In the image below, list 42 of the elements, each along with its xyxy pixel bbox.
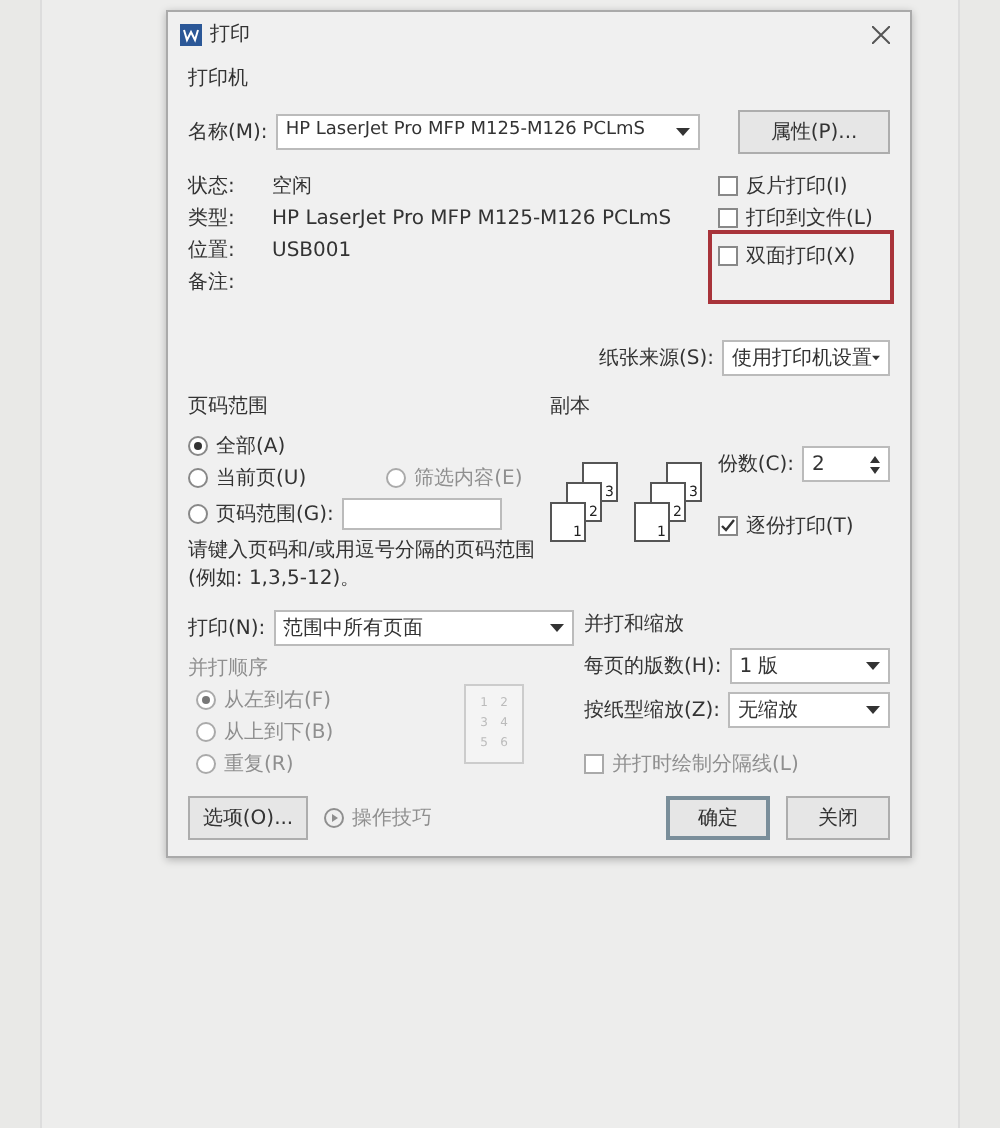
info-value: 空闲 (272, 173, 312, 201)
checkbox-label: 逐份打印(T) (745, 513, 854, 541)
pages-per-sheet-dropdown[interactable]: 1 版 (729, 648, 890, 684)
section-heading: 并打顺序 (188, 655, 270, 684)
checkbox-label: 并打时绘制分隔线(L) (612, 751, 799, 779)
info-value: USB001 (272, 237, 352, 265)
section-heading: 打印机 (188, 65, 250, 94)
field-label: 纸张来源(S): (598, 345, 714, 373)
checkbox-label: 反片打印(I) (746, 173, 848, 201)
properties-button[interactable]: 属性(P)... (738, 110, 890, 154)
ok-button[interactable]: 确定 (666, 796, 770, 840)
field-label: 按纸型缩放(Z): (584, 697, 721, 725)
radio-label: 从上到下(B) (224, 719, 334, 747)
checkbox-label: 双面打印(X) (746, 243, 856, 271)
section-heading: 副本 (549, 393, 592, 422)
section-heading: 并打和缩放 (584, 611, 686, 640)
radio-label: 重复(R) (224, 751, 294, 779)
field-label: 打印(N): (188, 615, 266, 643)
info-label: 类型: (188, 205, 237, 233)
copies-spin-field[interactable]: 2 (802, 446, 890, 482)
radio-label: 从左到右(F) (224, 687, 332, 715)
field-label: 名称(M): (188, 119, 268, 147)
checkbox-label: 打印到文件(L) (746, 205, 873, 233)
close-button[interactable]: 关闭 (786, 796, 890, 840)
window-title: 打印 (210, 21, 250, 49)
radio-label: 全部(A) (216, 433, 286, 461)
hint-text: 请键入页码和/或用逗号分隔的页码范围(例如: 1,3,5-12)。 (188, 538, 537, 594)
print-dropdown[interactable]: 范围中所有页面 (273, 610, 574, 646)
field-label: 份数(C): (717, 451, 794, 479)
field-label: 每页的版数(H): (584, 653, 722, 681)
info-label: 位置: (188, 237, 237, 265)
section-heading: 页码范围 (188, 393, 270, 422)
options-button[interactable]: 选项(O)... (188, 796, 308, 840)
radio-label: 页码范围(G): (216, 501, 334, 529)
info-label: 状态: (188, 173, 237, 201)
info-value: HP LaserJet Pro MFP M125-M126 PCLmS (272, 205, 672, 233)
radio-label: 筛选内容(E) (414, 465, 523, 493)
scale-dropdown[interactable]: 无缩放 (728, 692, 890, 728)
info-label: 备注: (188, 269, 237, 297)
printer-dropdown[interactable]: HP LaserJet Pro MFP M125-M126 PCLmS (275, 114, 700, 150)
radio-label: 当前页(U) (216, 465, 307, 493)
paper-source-dropdown[interactable]: 使用打印机设置 (722, 340, 890, 376)
